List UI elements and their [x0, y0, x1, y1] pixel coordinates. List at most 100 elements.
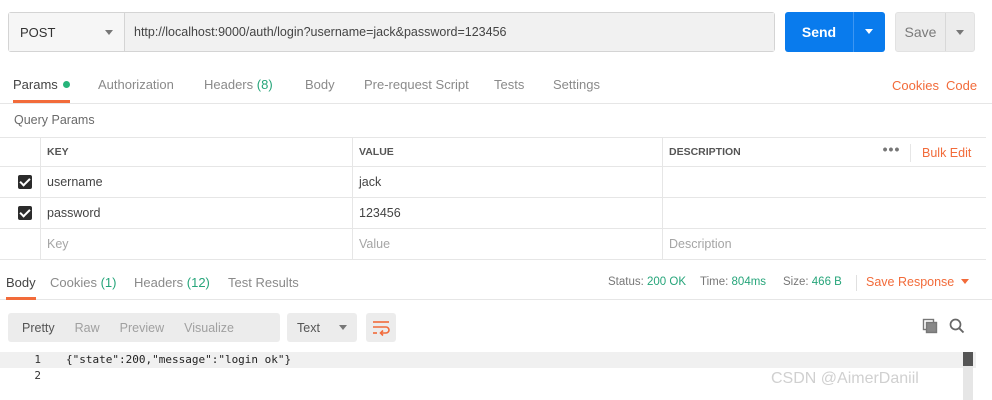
tab-body[interactable]: Body — [305, 70, 335, 103]
tab-params[interactable]: Params — [13, 70, 70, 103]
format-value: Text — [297, 320, 320, 335]
header-description: DESCRIPTION — [669, 146, 741, 158]
tab-response-cookies-count: (1) — [100, 275, 117, 290]
method-label: POST — [20, 24, 56, 40]
tab-response-headers[interactable]: Headers (12) — [134, 268, 210, 300]
table-row: password 123456 — [0, 198, 986, 229]
chevron-down-icon — [339, 325, 347, 330]
param-value[interactable]: 123456 — [352, 198, 662, 228]
table-header-row: KEY VALUE DESCRIPTION ••• Bulk Edit — [0, 137, 986, 167]
tab-response-cookies[interactable]: Cookies (1) — [50, 268, 116, 300]
send-label: Send — [801, 24, 837, 40]
tab-headers-label: Headers — [204, 77, 254, 92]
tab-response-headers-label: Headers — [134, 275, 184, 290]
param-key[interactable]: password — [40, 198, 352, 228]
bulk-edit-link[interactable]: Bulk Edit — [922, 138, 971, 168]
line-number: 1 — [34, 353, 41, 366]
save-label: Save — [904, 24, 937, 40]
cookies-link[interactable]: Cookies — [892, 70, 939, 102]
header-checkbox-cell — [0, 138, 40, 166]
tab-test-results-label: Test Results — [228, 275, 299, 290]
save-response-button[interactable]: Save Response — [866, 268, 970, 296]
tab-authorization[interactable]: Authorization — [98, 70, 174, 103]
header-value: VALUE — [352, 138, 662, 166]
header-description-cell: DESCRIPTION ••• Bulk Edit — [662, 138, 986, 166]
save-button[interactable]: Save — [895, 12, 975, 52]
mode-pretty[interactable]: Pretty — [22, 321, 55, 335]
params-table: KEY VALUE DESCRIPTION ••• Bulk Edit user… — [0, 137, 986, 260]
status-readout: Status: 200 OK — [608, 268, 686, 296]
tab-body-label: Body — [305, 77, 335, 92]
table-row-new: Key Value Description — [0, 229, 986, 260]
send-options-button[interactable] — [853, 12, 885, 52]
code-link[interactable]: Code — [946, 70, 977, 102]
param-description[interactable] — [662, 167, 986, 197]
param-description[interactable] — [662, 198, 986, 228]
tab-tests[interactable]: Tests — [494, 70, 524, 103]
checkbox-cell — [0, 198, 40, 228]
new-description-input[interactable]: Description — [662, 229, 986, 259]
tab-params-label: Params — [13, 77, 58, 92]
code-line: 1 {"state":200,"message":"login ok"} — [0, 352, 976, 368]
tab-test-results[interactable]: Test Results — [228, 268, 299, 300]
tab-response-body-label: Body — [6, 275, 36, 290]
tab-response-cookies-label: Cookies — [50, 275, 97, 290]
format-select[interactable]: Text — [287, 313, 357, 342]
save-response-label: Save Response — [866, 275, 955, 289]
chevron-down-icon — [865, 29, 873, 34]
tab-response-headers-count: (12) — [186, 275, 210, 290]
status-value: 200 OK — [647, 276, 687, 288]
mode-preview[interactable]: Preview — [120, 321, 164, 335]
copy-icon[interactable] — [922, 318, 938, 334]
wrap-lines-icon — [373, 321, 390, 337]
tab-headers-count: (8) — [256, 77, 273, 92]
param-value[interactable]: jack — [352, 167, 662, 197]
tab-settings[interactable]: Settings — [553, 70, 600, 103]
watermark: CSDN @AimerDaniil — [771, 370, 919, 387]
chevron-down-icon — [105, 30, 113, 35]
params-active-dot — [62, 81, 70, 88]
new-key-input[interactable]: Key — [40, 229, 352, 259]
wrap-lines-button[interactable] — [366, 313, 396, 342]
save-options-button[interactable] — [945, 13, 974, 51]
scrollbar-thumb[interactable] — [963, 352, 973, 366]
tab-pre-request-script[interactable]: Pre-request Script — [364, 70, 469, 103]
request-bar: POST http://localhost:9000/auth/login?us… — [8, 12, 775, 52]
new-value-input[interactable]: Value — [352, 229, 662, 259]
size-readout: Size: 466 B — [783, 268, 842, 296]
url-input[interactable]: http://localhost:9000/auth/login?usernam… — [125, 13, 774, 51]
checkbox-checked-icon[interactable] — [18, 175, 32, 189]
size-label: Size: — [783, 276, 809, 288]
checkbox-checked-icon[interactable] — [18, 206, 32, 220]
tab-response-body[interactable]: Body — [6, 268, 36, 300]
method-select[interactable]: POST — [9, 13, 125, 51]
header-key: KEY — [40, 138, 352, 166]
status-label: Status: — [608, 276, 644, 288]
code-text: {"state":200,"message":"login ok"} — [66, 353, 292, 366]
send-button[interactable]: Send — [785, 12, 885, 52]
query-params-title: Query Params — [14, 113, 95, 127]
tab-tests-label: Tests — [494, 77, 525, 92]
time-readout: Time: 804ms — [700, 268, 766, 296]
response-tabs: Body Cookies (1) Headers (12) Test Resul… — [0, 268, 992, 300]
table-row: username jack — [0, 167, 986, 198]
mode-visualize[interactable]: Visualize — [184, 321, 234, 335]
divider — [856, 275, 857, 291]
response-view-modes: Pretty Raw Preview Visualize — [8, 313, 280, 342]
more-options-icon[interactable]: ••• — [873, 142, 911, 162]
checkbox-cell — [0, 167, 40, 197]
param-key[interactable]: username — [40, 167, 352, 197]
tab-pre-request-script-label: Pre-request Script — [364, 77, 469, 92]
tab-authorization-label: Authorization — [98, 77, 174, 92]
mode-raw[interactable]: Raw — [75, 321, 100, 335]
search-icon[interactable] — [948, 317, 966, 335]
size-value: 466 B — [811, 276, 842, 288]
checkbox-cell — [0, 229, 40, 259]
request-tabs: Params Authorization Headers (8) Body Pr… — [0, 70, 992, 104]
time-value: 804ms — [731, 276, 767, 288]
time-label: Time: — [700, 276, 729, 288]
chevron-down-icon — [961, 279, 970, 284]
tab-settings-label: Settings — [553, 77, 600, 92]
tab-headers[interactable]: Headers (8) — [204, 70, 273, 103]
line-number: 2 — [34, 369, 41, 382]
